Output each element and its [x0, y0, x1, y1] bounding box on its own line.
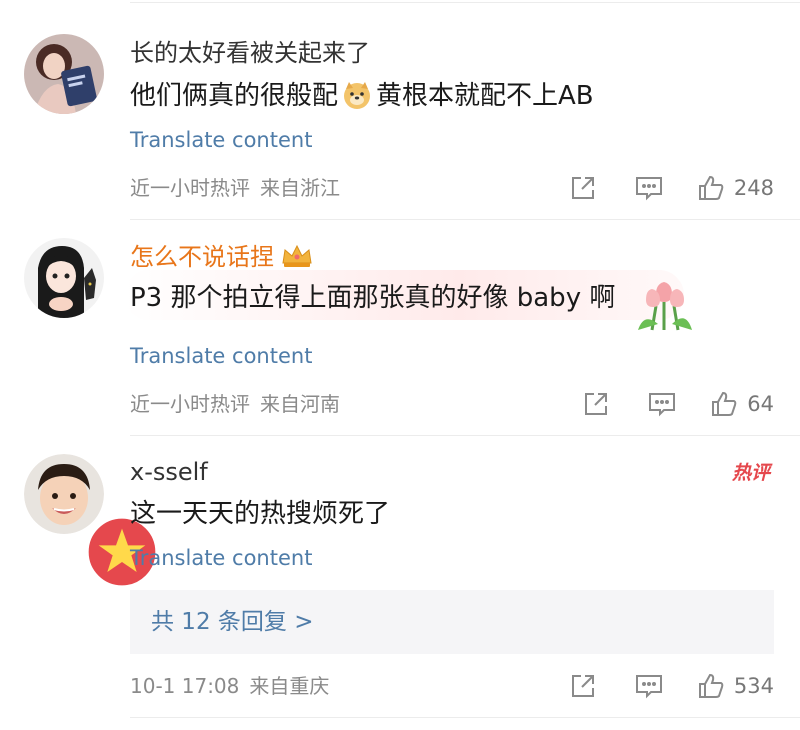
- like-icon[interactable]: [709, 389, 739, 419]
- like-count: 248: [733, 176, 774, 200]
- comment-location: 来自浙江: [260, 176, 340, 200]
- translate-link[interactable]: Translate content: [130, 126, 312, 154]
- comment-time: 10-1 17:08: [130, 674, 240, 698]
- avatar[interactable]: [24, 454, 162, 592]
- translate-link[interactable]: Translate content: [130, 342, 312, 370]
- comment-text-part: 他们俩真的很般配: [130, 81, 339, 111]
- comment-text: P3 那个拍立得上面那张真的好像 baby 啊: [130, 283, 616, 313]
- doge-icon: [344, 82, 371, 109]
- comment-icon[interactable]: [647, 389, 677, 419]
- comment-location: 来自河南: [260, 392, 340, 416]
- like-count: 534: [733, 674, 774, 698]
- comment-meta: 近一小时热评 来自浙江: [130, 174, 340, 202]
- crown-icon: [280, 243, 314, 277]
- comment-meta: 10-1 17:08 来自重庆: [130, 672, 329, 700]
- like-icon[interactable]: [696, 671, 726, 701]
- username[interactable]: 怎么不说话捏: [130, 241, 314, 277]
- comment-location: 来自重庆: [249, 674, 330, 698]
- comment-time: 近一小时热评: [130, 392, 250, 416]
- comment-icon[interactable]: [634, 671, 664, 701]
- divider: [130, 717, 800, 718]
- divider: [130, 219, 800, 220]
- hot-comment-badge: 热评: [731, 462, 770, 484]
- divider: [130, 2, 800, 3]
- share-icon[interactable]: [568, 671, 598, 701]
- comment-actions: 534: [568, 670, 774, 702]
- like-count: 64: [747, 392, 774, 416]
- avatar[interactable]: [24, 238, 104, 318]
- share-icon[interactable]: [568, 173, 598, 203]
- comment-text: 这一天天的热搜烦死了: [130, 499, 391, 529]
- comment-actions: 64: [581, 388, 774, 420]
- avatar[interactable]: [24, 34, 104, 114]
- view-replies-button[interactable]: 共 12 条回复 >: [130, 590, 774, 654]
- username[interactable]: 长的太好看被关起来了: [130, 37, 370, 69]
- divider: [130, 435, 800, 436]
- comment-actions: 248: [568, 172, 774, 204]
- comment-time: 近一小时热评: [130, 176, 250, 200]
- username-text: 怎么不说话捏: [130, 243, 274, 271]
- comment-meta: 近一小时热评 来自河南: [130, 390, 340, 418]
- share-icon[interactable]: [581, 389, 611, 419]
- tulip-icon: [634, 280, 696, 336]
- username[interactable]: x-sself: [130, 456, 208, 488]
- translate-link[interactable]: Translate content: [130, 544, 312, 572]
- comment-icon[interactable]: [634, 173, 664, 203]
- like-icon[interactable]: [696, 173, 726, 203]
- comment-text-part: 黄根本就配不上AB: [376, 81, 594, 111]
- comment-text: 他们俩真的很般配 黄根本就配不上AB: [130, 78, 594, 114]
